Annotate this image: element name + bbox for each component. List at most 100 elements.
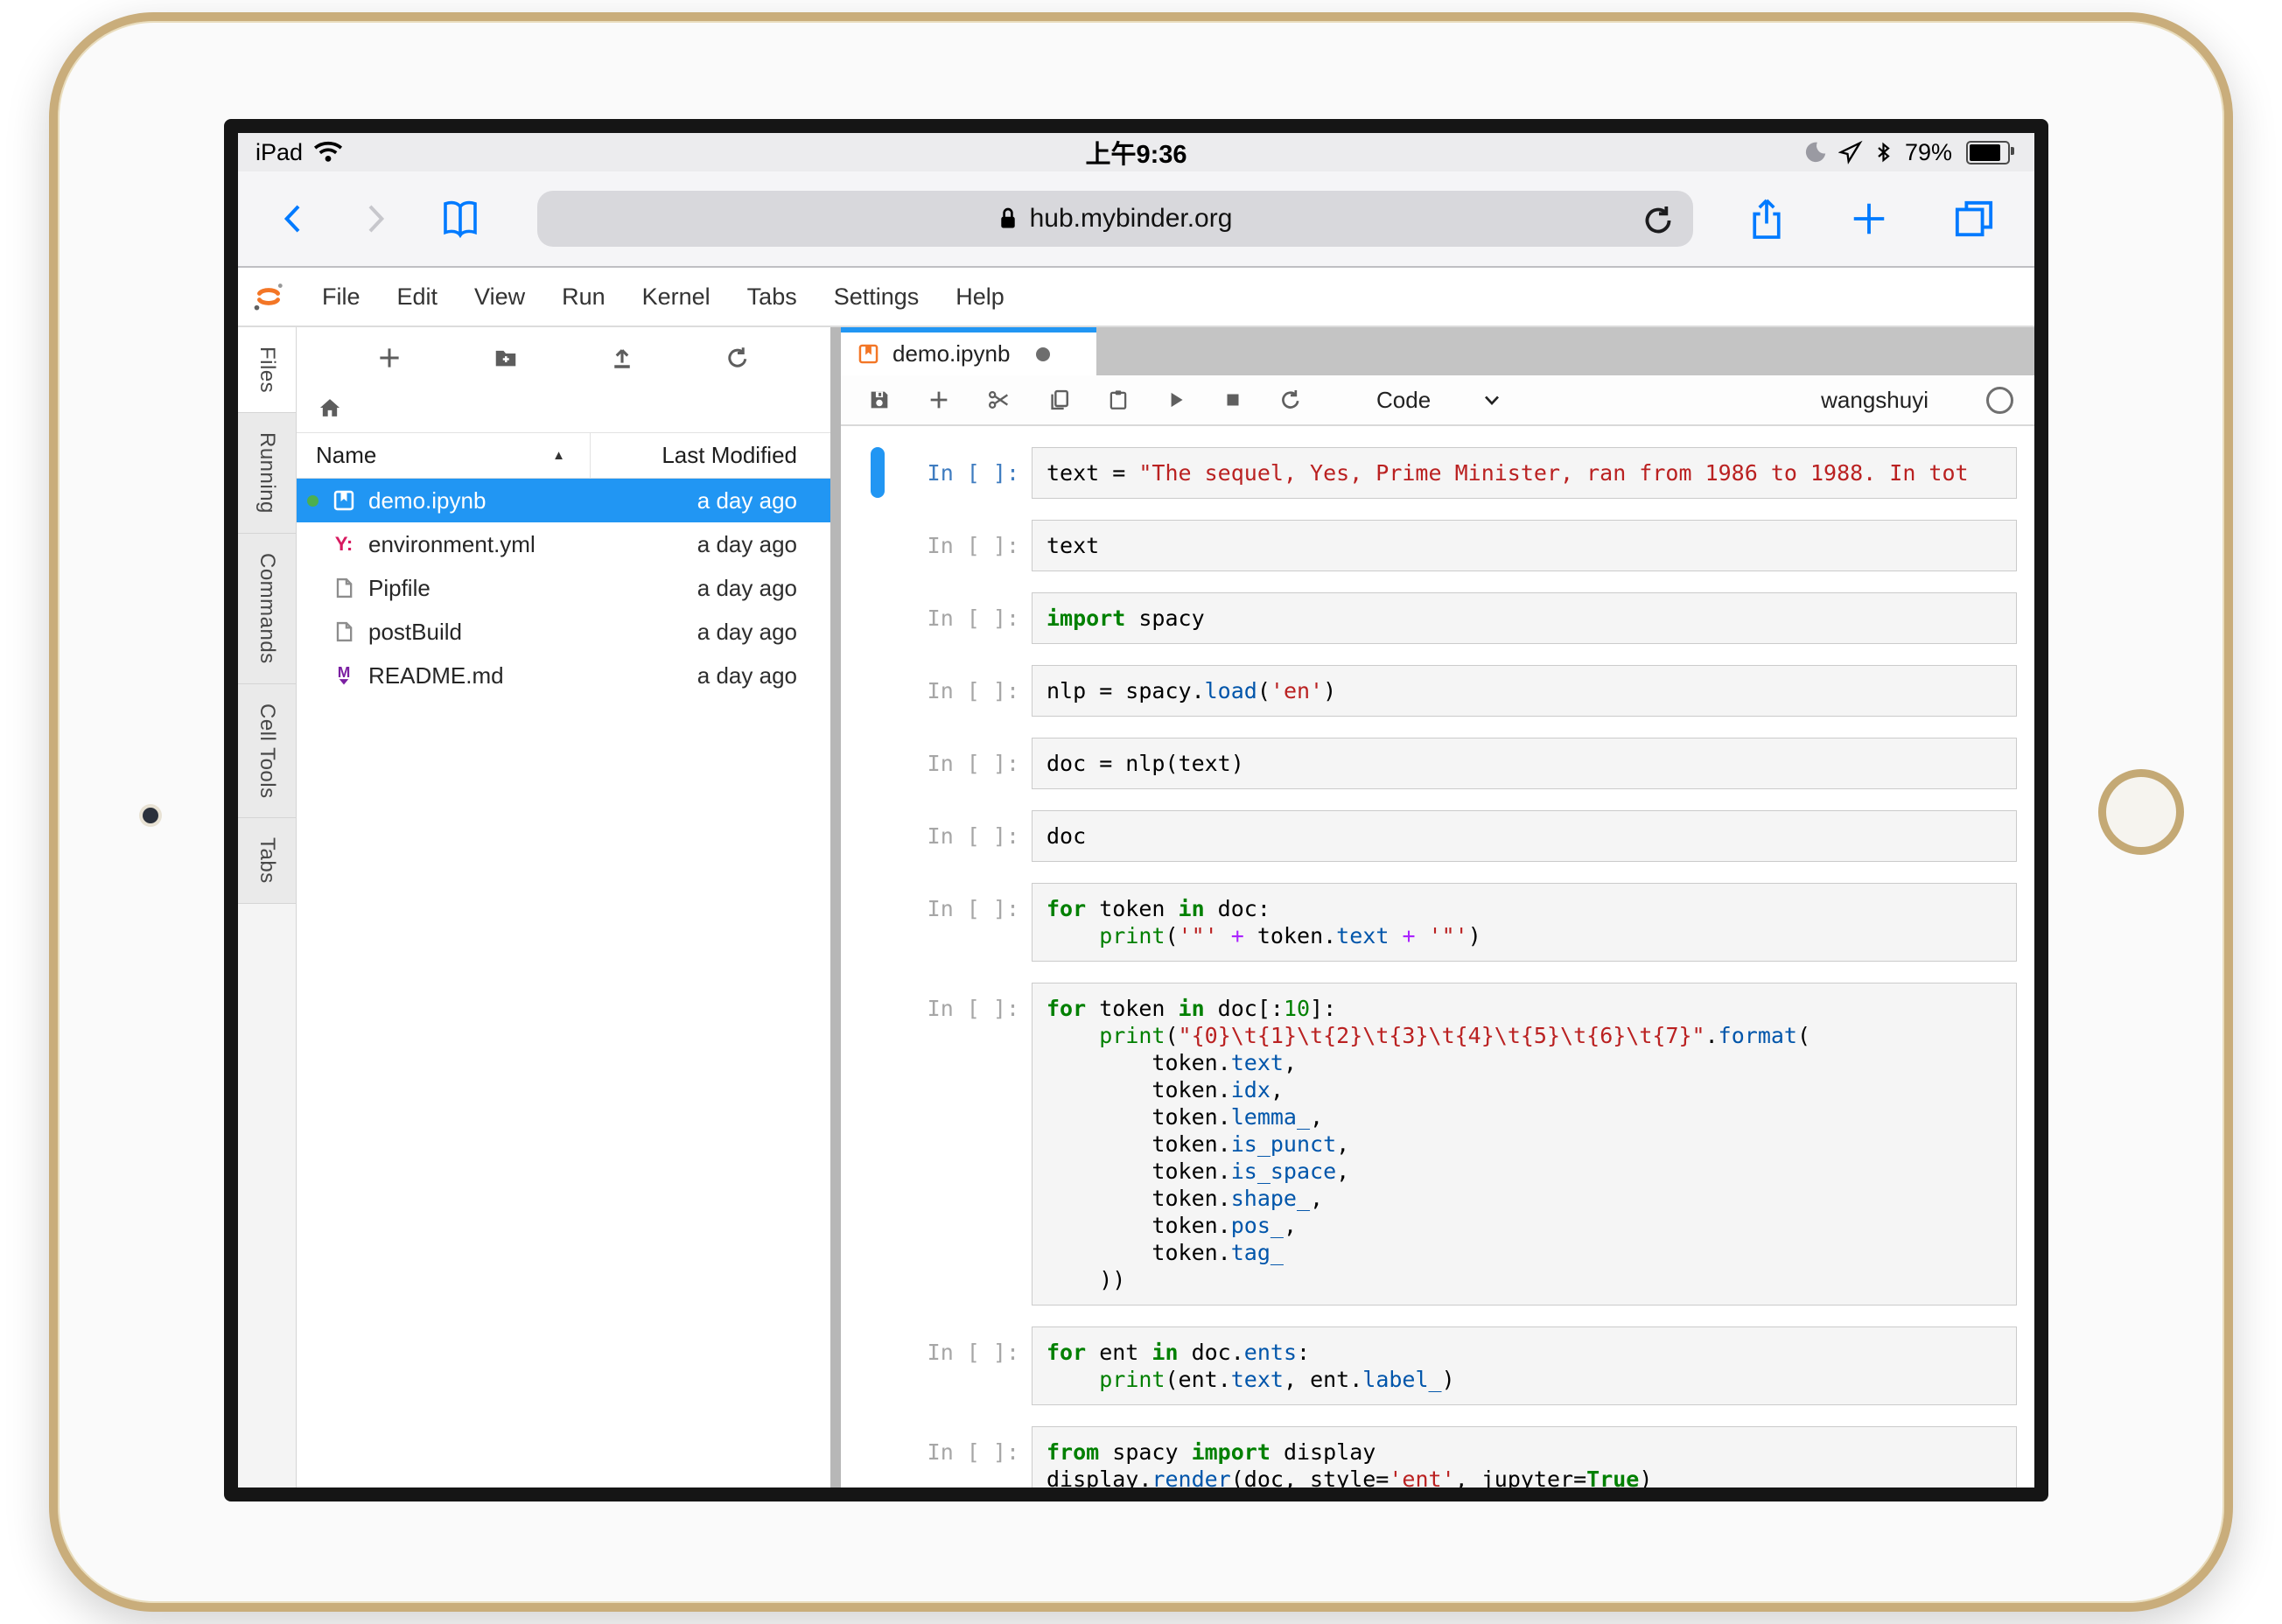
copy-cells-button[interactable] xyxy=(1047,388,1072,412)
home-icon[interactable] xyxy=(318,396,342,420)
clock: 上午9:36 xyxy=(1085,141,1187,169)
new-launcher-button[interactable] xyxy=(376,345,402,371)
sidebar-tab-commands[interactable]: Commands xyxy=(238,534,296,684)
sort-caret-icon: ▲ xyxy=(552,448,565,463)
menu-kernel[interactable]: Kernel xyxy=(642,284,710,311)
tab-title: demo.ipynb xyxy=(892,340,1011,367)
code-cell-6: In [ ]: doc xyxy=(871,810,2026,862)
menu-help[interactable]: Help xyxy=(956,284,1004,311)
menu-view[interactable]: View xyxy=(474,284,525,311)
ios-status-bar: iPad 上午9:36 79% xyxy=(238,133,2034,172)
menu-settings[interactable]: Settings xyxy=(834,284,920,311)
cell-input[interactable]: for token in doc[:10]: print("{0}\t{1}\t… xyxy=(1032,983,2017,1306)
do-not-disturb-moon-icon xyxy=(1803,140,1828,164)
new-tab-button[interactable] xyxy=(1849,199,1889,239)
refresh-button[interactable] xyxy=(724,345,751,371)
cell-input[interactable]: text xyxy=(1032,520,2017,571)
input-prompt: In [ ]: xyxy=(927,823,1019,849)
stop-kernel-button[interactable] xyxy=(1222,389,1243,410)
notebook-toolbar-buttons xyxy=(867,388,1303,412)
menu-file[interactable]: File xyxy=(322,284,360,311)
file-row-postbuild[interactable]: postBuild a day ago xyxy=(297,610,830,654)
input-prompt: In [ ]: xyxy=(927,751,1019,776)
home-button[interactable] xyxy=(2098,769,2184,855)
forward-button[interactable] xyxy=(357,199,392,239)
code-cell-7: In [ ]: for token in doc: print('"' + tok… xyxy=(871,883,2026,962)
notebook-cells: In [ ]: text = "The sequel, Yes, Prime Mi… xyxy=(841,426,2034,1488)
carrier-label: iPad xyxy=(256,138,304,165)
cell-input[interactable]: text = "The sequel, Yes, Prime Minister,… xyxy=(1032,447,2017,499)
file-modified: a day ago xyxy=(696,486,797,514)
cut-cells-button[interactable] xyxy=(986,388,1012,412)
location-icon xyxy=(1838,140,1863,164)
screen-bezel: iPad 上午9:36 79% hub.mybinder.org File Ed… xyxy=(224,119,2048,1502)
column-header-name[interactable]: Name ▲ xyxy=(297,433,590,478)
cell-input[interactable]: from spacy import display display.render(… xyxy=(1032,1426,2017,1488)
cell-input[interactable]: doc xyxy=(1032,810,2017,862)
upload-button[interactable] xyxy=(609,345,635,371)
kernel-running-dot-icon xyxy=(307,494,330,507)
markdown-file-icon: M xyxy=(330,662,358,690)
file-list: demo.ipynb a day ago Y: environment.yml a da… xyxy=(297,479,830,697)
address-bar[interactable]: hub.mybinder.org xyxy=(537,191,1693,247)
notebook-toolbar: Code wangshuyi xyxy=(841,375,2034,426)
file-row-readme.md[interactable]: M README.md a day ago xyxy=(297,654,830,697)
input-prompt: In [ ]: xyxy=(927,1340,1019,1365)
breadcrumb xyxy=(297,383,830,432)
insert-cell-button[interactable] xyxy=(927,388,951,412)
code-cell-2: In [ ]: text xyxy=(871,520,2026,571)
cell-input[interactable]: nlp = spacy.load('en') xyxy=(1032,665,2017,717)
code-cell-9: In [ ]: for ent in doc.ents: print(ent.te… xyxy=(871,1326,2026,1405)
sidebar-tab-cell-tools[interactable]: Cell Tools xyxy=(238,683,296,819)
file-browser-panel: Name ▲ Last Modified demo.ipynb a day ago… xyxy=(297,327,830,1488)
input-prompt: In [ ]: xyxy=(927,896,1019,921)
sidebar-tab-files[interactable]: Files xyxy=(238,327,296,414)
jupyterlab: File Edit View Run Kernel Tabs Settings Help Fi… xyxy=(238,268,2034,1488)
front-camera xyxy=(143,808,158,823)
bookmarks-button[interactable] xyxy=(438,198,483,240)
file-row-environment.yml[interactable]: Y: environment.yml a day ago xyxy=(297,522,830,566)
sidebar-tab-running[interactable]: Running xyxy=(238,413,296,535)
cell-type-dropdown[interactable]: Code xyxy=(1376,387,1504,414)
run-cell-button[interactable] xyxy=(1165,388,1187,411)
save-button[interactable] xyxy=(867,388,892,412)
column-header-modified[interactable]: Last Modified xyxy=(590,433,830,478)
menu-run[interactable]: Run xyxy=(562,284,606,311)
tabs-button[interactable] xyxy=(1952,199,1996,239)
url-text: hub.mybinder.org xyxy=(1029,204,1233,233)
kernel-status-icon[interactable] xyxy=(1986,386,2013,414)
code-cell-4: In [ ]: nlp = spacy.load('en') xyxy=(871,665,2026,717)
file-file-icon xyxy=(330,618,358,646)
menu-edit[interactable]: Edit xyxy=(397,284,438,311)
restart-kernel-button[interactable] xyxy=(1278,388,1303,412)
input-prompt: In [ ]: xyxy=(927,533,1019,558)
wifi-icon xyxy=(313,141,343,164)
file-row-demo.ipynb[interactable]: demo.ipynb a day ago xyxy=(297,479,830,522)
jupyter-menu-bar: File Edit View Run Kernel Tabs Settings Help xyxy=(238,268,2034,327)
cell-input[interactable]: doc = nlp(text) xyxy=(1032,738,2017,789)
back-button[interactable] xyxy=(276,199,312,239)
input-prompt: In [ ]: xyxy=(927,606,1019,631)
code-cell-10: In [ ]: from spacy import display display.… xyxy=(871,1426,2026,1488)
new-folder-button[interactable] xyxy=(492,345,520,371)
code-cell-5: In [ ]: doc = nlp(text) xyxy=(871,738,2026,789)
file-row-pipfile[interactable]: Pipfile a day ago xyxy=(297,566,830,610)
notebook-icon xyxy=(857,342,880,366)
chevron-down-icon xyxy=(1480,388,1504,412)
sidebar-tab-tabs[interactable]: Tabs xyxy=(238,818,296,905)
jupyter-logo-icon xyxy=(252,280,285,313)
share-button[interactable] xyxy=(1747,196,1786,242)
cell-input[interactable]: for ent in doc.ents: print(ent.text, ent… xyxy=(1032,1326,2017,1405)
safari-toolbar: hub.mybinder.org xyxy=(238,172,2034,268)
svg-text:Y:: Y: xyxy=(335,533,354,555)
tab-demo-ipynb[interactable]: demo.ipynb xyxy=(841,327,1096,375)
menu-tabs[interactable]: Tabs xyxy=(747,284,797,311)
yaml-file-icon: Y: xyxy=(330,530,358,558)
file-name: environment.yml xyxy=(368,530,536,557)
reload-button[interactable] xyxy=(1641,203,1676,238)
cell-input[interactable]: import spacy xyxy=(1032,592,2017,644)
paste-cells-button[interactable] xyxy=(1107,388,1130,412)
notebook-file-icon xyxy=(330,486,358,514)
kernel-user-label[interactable]: wangshuyi xyxy=(1821,387,1928,414)
cell-input[interactable]: for token in doc: print('"' + token.text… xyxy=(1032,883,2017,962)
